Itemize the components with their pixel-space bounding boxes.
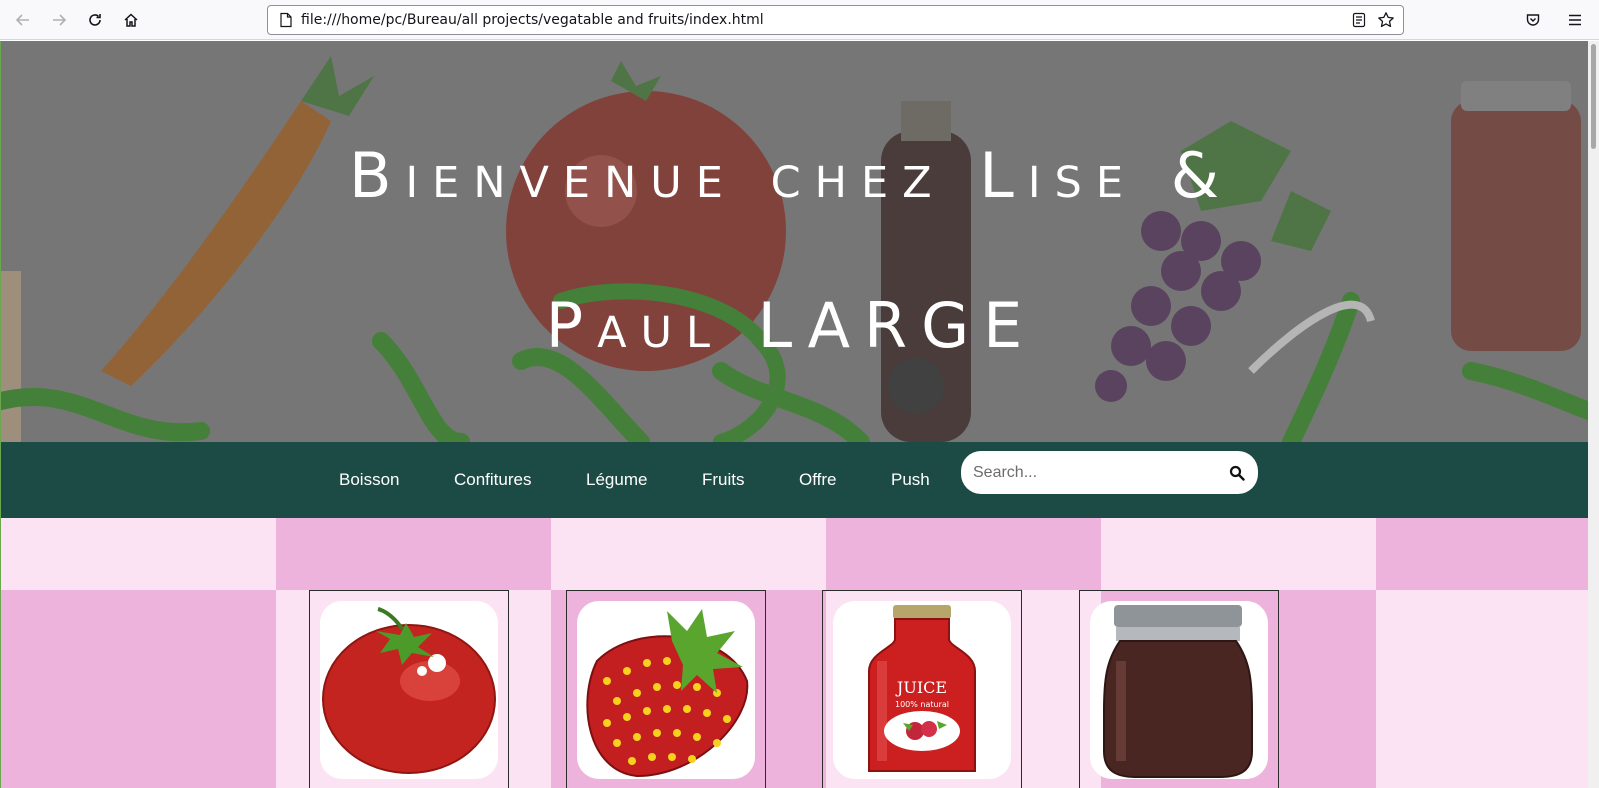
nav-item-boisson[interactable]: Boisson bbox=[339, 470, 399, 490]
home-icon bbox=[124, 13, 138, 27]
juice-bottle-icon: JUICE 100% natural bbox=[868, 605, 976, 772]
search-input[interactable] bbox=[973, 460, 1213, 486]
reload-button[interactable] bbox=[81, 6, 109, 34]
jam-jar-icon bbox=[1103, 605, 1253, 778]
hero-title-line1: Bienvenue chez Lise & bbox=[348, 139, 1234, 212]
page-viewport: Bienvenue chez Lise & Paul LARGE Boisson… bbox=[0, 41, 1588, 788]
bg-tile bbox=[826, 518, 1101, 590]
bg-tile bbox=[1, 590, 276, 788]
juice-label: JUICE bbox=[895, 678, 947, 697]
product-image[interactable] bbox=[1090, 601, 1268, 779]
bg-tile bbox=[1376, 590, 1588, 788]
nav-item-fruits[interactable]: Fruits bbox=[702, 470, 745, 490]
product-card-juice[interactable]: JUICE 100% natural bbox=[822, 590, 1022, 788]
nav-item-legume[interactable]: Légume bbox=[586, 470, 647, 490]
hamburger-menu-icon bbox=[1569, 14, 1581, 26]
search-icon[interactable] bbox=[1229, 465, 1245, 481]
reader-view-icon[interactable] bbox=[1351, 12, 1367, 28]
arrow-right-icon bbox=[53, 14, 67, 26]
nav-item-push[interactable]: Push bbox=[891, 470, 930, 490]
url-text[interactable]: file:///home/pc/Bureau/all projects/vega… bbox=[301, 12, 764, 28]
product-section: JUICE 100% natural bbox=[1, 518, 1588, 788]
home-button[interactable] bbox=[117, 6, 145, 34]
product-image[interactable]: JUICE 100% natural bbox=[833, 601, 1011, 779]
arrow-left-icon bbox=[15, 14, 29, 26]
bg-tile bbox=[1101, 518, 1376, 590]
pocket-icon bbox=[1526, 14, 1540, 26]
page-scrollbar[interactable] bbox=[1588, 41, 1599, 788]
hero-title-line2: Paul LARGE bbox=[545, 289, 1037, 362]
product-image[interactable] bbox=[320, 601, 498, 779]
browser-toolbar: file:///home/pc/Bureau/all projects/vega… bbox=[0, 0, 1599, 40]
hero-title: Bienvenue chez Lise & Paul LARGE bbox=[41, 101, 1541, 401]
nav-item-offre[interactable]: Offre bbox=[799, 470, 836, 490]
bg-tile bbox=[551, 518, 826, 590]
product-card-jam[interactable] bbox=[1079, 590, 1279, 788]
nav-item-confitures[interactable]: Confitures bbox=[454, 470, 531, 490]
menu-button[interactable] bbox=[1561, 6, 1589, 34]
product-image[interactable] bbox=[577, 601, 755, 779]
product-card-strawberry[interactable] bbox=[566, 590, 766, 788]
back-button[interactable] bbox=[9, 6, 37, 34]
main-nav: Boisson Confitures Légume Fruits Offre P… bbox=[1, 442, 1588, 518]
hero-banner: Bienvenue chez Lise & Paul LARGE bbox=[1, 41, 1588, 442]
pocket-button[interactable] bbox=[1519, 6, 1547, 34]
tomato-icon bbox=[322, 607, 496, 774]
bg-tile bbox=[1376, 518, 1588, 590]
product-card-tomato[interactable] bbox=[309, 590, 509, 788]
forward-button[interactable] bbox=[45, 6, 73, 34]
page-icon bbox=[280, 12, 292, 28]
bg-tile bbox=[1, 518, 276, 590]
search-box bbox=[961, 451, 1258, 494]
reload-icon bbox=[89, 14, 101, 26]
juice-sublabel: 100% natural bbox=[895, 700, 949, 709]
scrollbar-thumb[interactable] bbox=[1591, 44, 1596, 149]
bg-tile bbox=[276, 518, 551, 590]
star-icon[interactable] bbox=[1377, 11, 1395, 29]
strawberry-icon bbox=[586, 609, 749, 778]
url-bar[interactable]: file:///home/pc/Bureau/all projects/vega… bbox=[267, 5, 1404, 35]
